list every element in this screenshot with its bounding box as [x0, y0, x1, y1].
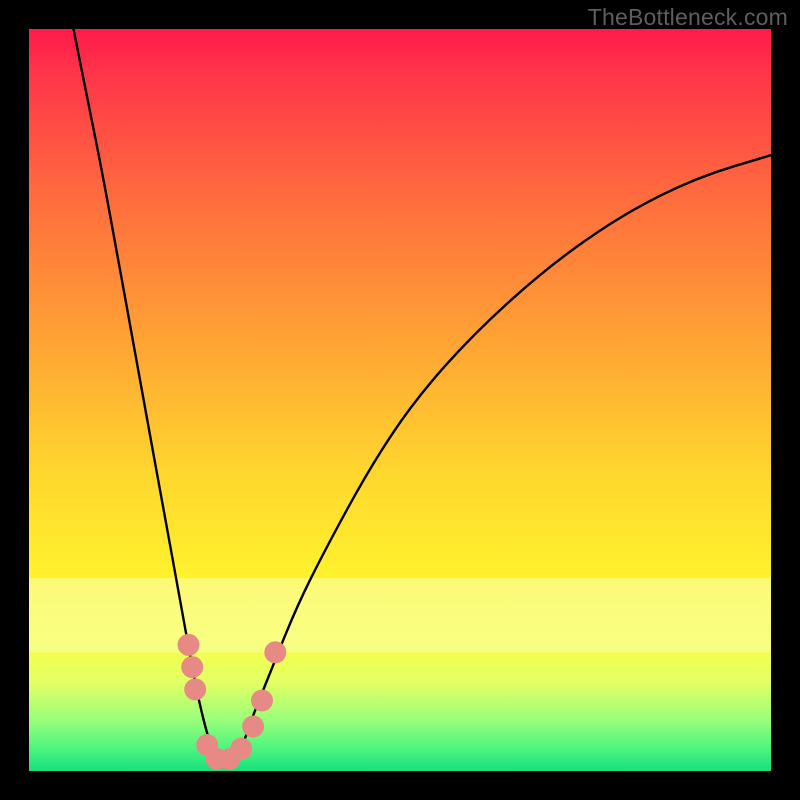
data-marker [181, 656, 203, 678]
plot-area [29, 29, 771, 771]
data-marker [242, 716, 264, 738]
data-marker [264, 641, 286, 663]
data-marker [251, 690, 273, 712]
chart-overlay [29, 29, 771, 771]
chart-frame: TheBottleneck.com [0, 0, 800, 800]
marker-group [178, 634, 287, 770]
data-marker [178, 634, 200, 656]
watermark-text: TheBottleneck.com [588, 4, 788, 31]
data-marker [230, 738, 252, 760]
bottleneck-curve [74, 29, 772, 764]
data-marker [184, 678, 206, 700]
highlight-band [29, 578, 771, 652]
